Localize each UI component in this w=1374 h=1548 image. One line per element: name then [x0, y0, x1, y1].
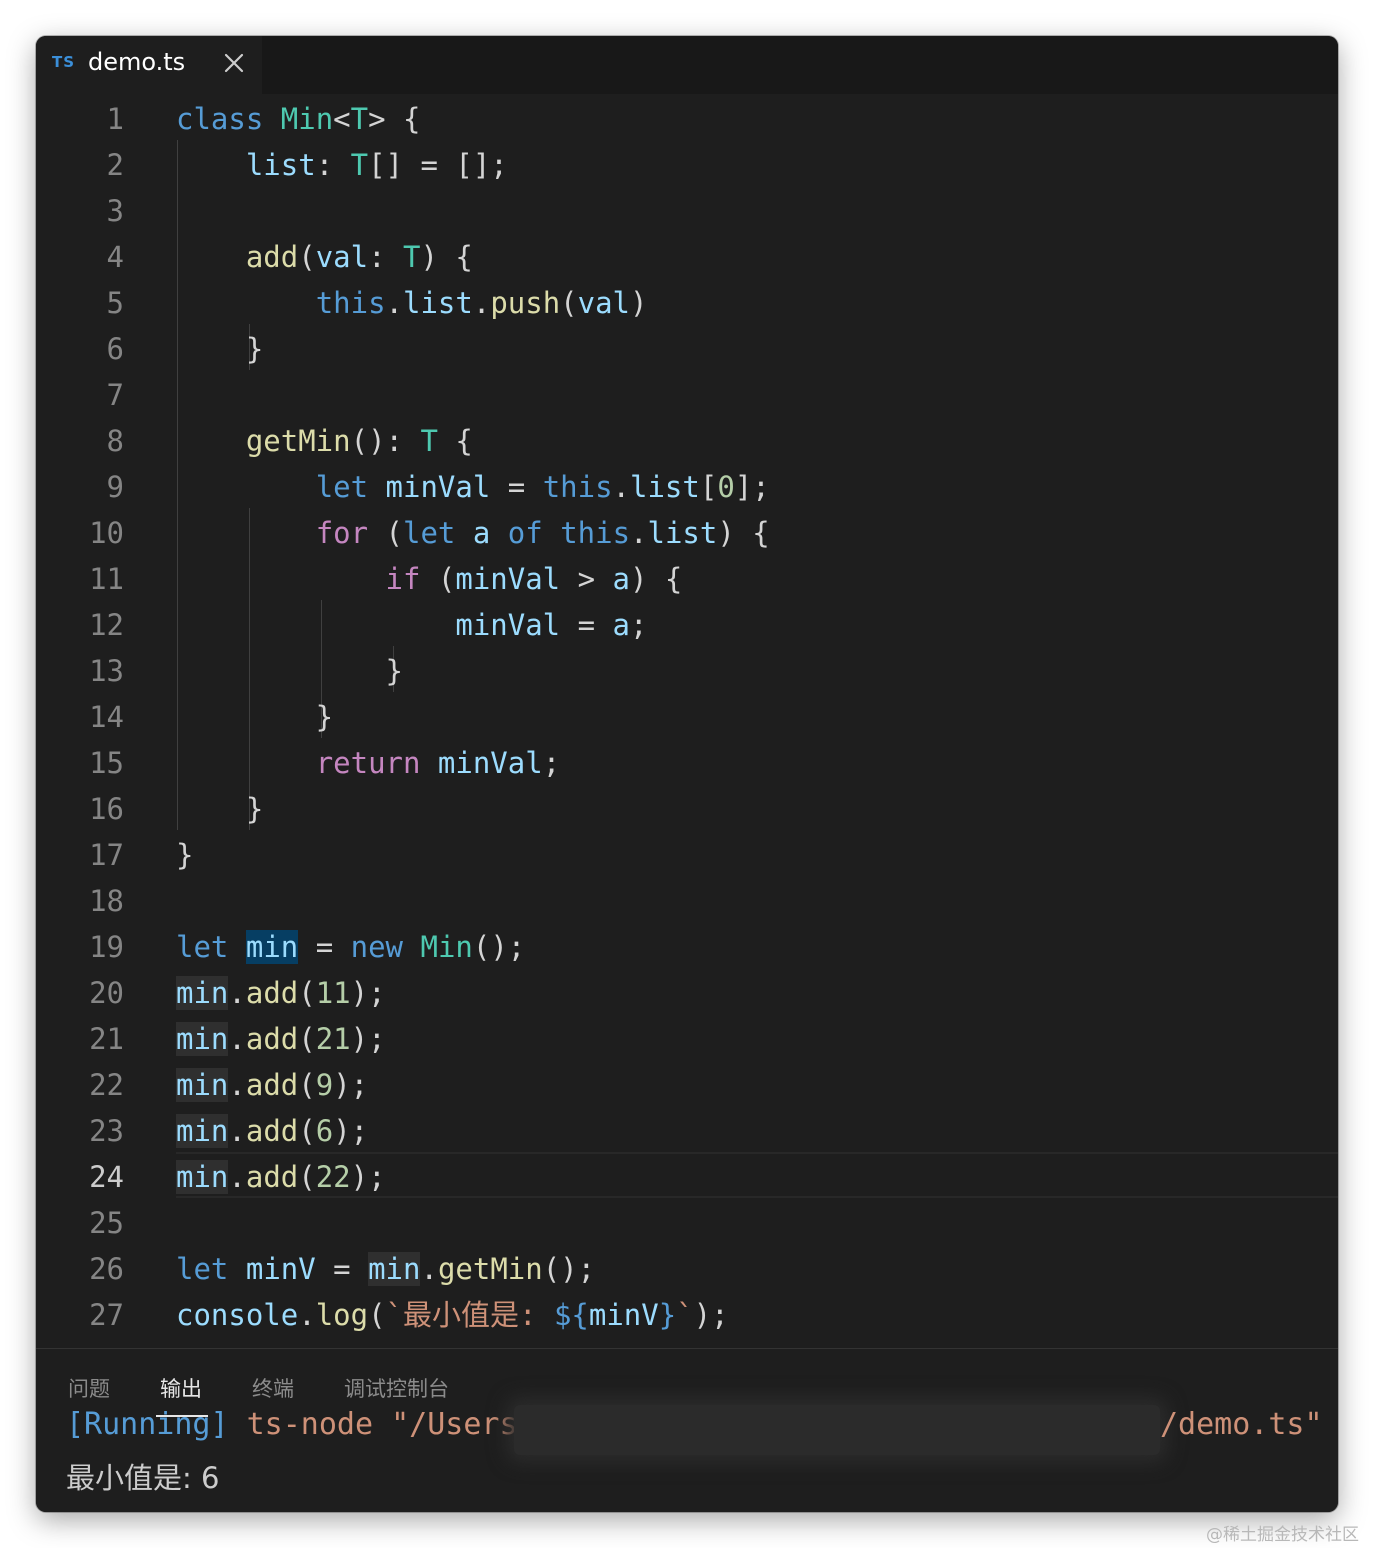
code-line-15: return minVal;	[315, 746, 561, 780]
line-number: 10	[89, 516, 124, 550]
line-number: 27	[89, 1298, 124, 1332]
code-editor[interactable]: 1 2 3 4 5 6 7 8 9 10 11 12 13 14 15 16 1…	[36, 94, 1338, 1348]
code-line-12: minVal = a;	[455, 608, 648, 642]
tab-debug-console[interactable]: 调试控制台	[344, 1373, 449, 1403]
typescript-file-icon: TS	[52, 53, 76, 71]
code-line-21: min.add(21);	[176, 1022, 386, 1056]
output-run-line-end: /demo.ts"	[1160, 1407, 1323, 1442]
code-line-11: if (minVal > a) {	[385, 562, 683, 596]
line-number: 19	[89, 930, 124, 964]
line-number: 4	[106, 240, 124, 274]
code-line-9: let minVal = this.list[0];	[315, 470, 770, 504]
code-line-17: }	[176, 838, 194, 872]
code-line-2: list: T[] = [];	[245, 148, 508, 182]
line-number: 25	[89, 1206, 124, 1240]
code-line-4: add(val: T) {	[245, 240, 473, 274]
close-icon[interactable]	[223, 52, 245, 74]
line-number: 18	[89, 884, 124, 918]
code-line-27: console.log(`最小值是: ${minV}`);	[176, 1298, 729, 1332]
code-line-13: }	[176, 654, 403, 688]
code-line-22: min.add(9);	[176, 1068, 369, 1102]
line-number: 12	[89, 608, 124, 642]
code-line-6: }	[176, 332, 264, 366]
line-number: 3	[106, 194, 124, 228]
tab-problems[interactable]: 问题	[68, 1373, 110, 1403]
code-line-16: }	[176, 792, 264, 826]
tab-output[interactable]: 输出	[160, 1373, 202, 1403]
output-result: 最小值是: 6	[66, 1461, 220, 1495]
redacted-path	[514, 1405, 1160, 1455]
code-line-5: this.list.push(val)	[315, 286, 648, 320]
tab-terminal[interactable]: 终端	[252, 1373, 294, 1403]
watermark: @稀土掘金技术社区	[1206, 1525, 1359, 1545]
code-line-24: min.add(22);	[176, 1160, 386, 1194]
code-line-19: let min = new Min();	[176, 930, 526, 964]
line-number: 9	[106, 470, 124, 504]
line-number: 6	[106, 332, 124, 366]
tab-title: demo.ts	[88, 48, 186, 76]
line-number: 1	[106, 102, 124, 136]
editor-window: TS demo.ts 1 2 3 4 5 6 7 8 9 10 11 12 13…	[36, 36, 1338, 1512]
line-number: 23	[89, 1114, 124, 1148]
line-number: 7	[106, 378, 124, 412]
selected-word: min	[245, 930, 299, 964]
line-number: 20	[89, 976, 124, 1010]
code-line-20: min.add(11);	[176, 976, 386, 1010]
tab-bar: TS demo.ts	[36, 36, 1338, 94]
line-number: 5	[106, 286, 124, 320]
code-line-26: let minV = min.getMin();	[176, 1252, 596, 1286]
code-line-23: min.add(6);	[176, 1114, 369, 1148]
line-number: 21	[89, 1022, 124, 1056]
line-number: 26	[89, 1252, 124, 1286]
line-number: 14	[89, 700, 124, 734]
line-number: 22	[89, 1068, 124, 1102]
line-number: 16	[89, 792, 124, 826]
line-number: 2	[106, 148, 124, 182]
code-line-8: getMin(): T {	[245, 424, 473, 458]
output-panel: 问题 输出 终端 调试控制台 [Running] ts-node "/Users…	[36, 1348, 1338, 1512]
tab-demo-ts[interactable]: TS demo.ts	[36, 36, 262, 94]
line-number: 15	[89, 746, 124, 780]
code-line-10: for (let a of this.list) {	[315, 516, 770, 550]
code-line-1: class Min<T> {	[176, 102, 421, 136]
output-run-line: [Running] ts-node "/Users	[66, 1407, 518, 1442]
line-number: 17	[89, 838, 124, 872]
line-number: 13	[89, 654, 124, 688]
line-number-active: 24	[89, 1160, 124, 1194]
code-line-14: }	[176, 700, 334, 734]
line-number: 11	[89, 562, 124, 596]
line-number: 8	[106, 424, 124, 458]
